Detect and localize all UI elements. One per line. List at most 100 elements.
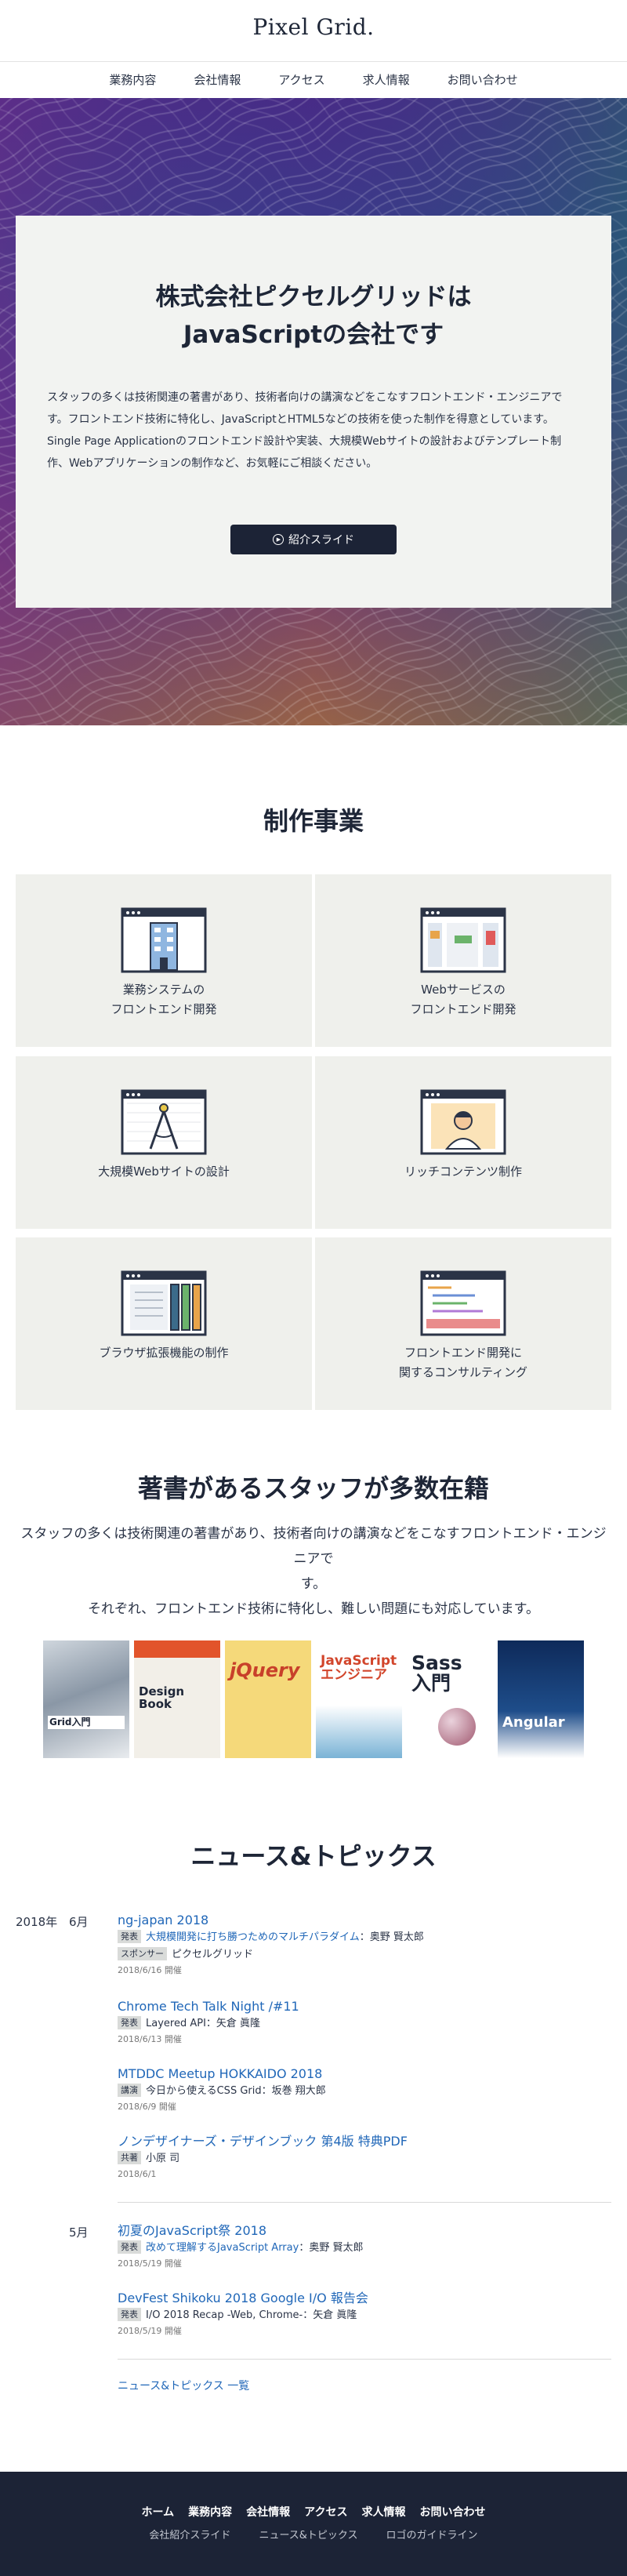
news-tag: スポンサー (118, 1947, 167, 1960)
news-item-row: 共著 小原 司 (118, 2150, 611, 2167)
service-label: ブラウザ拡張機能の制作 (16, 1343, 312, 1363)
hero-title-line1: 株式会社ピクセルグリッドは (155, 283, 472, 311)
book-cover[interactable]: jQuery (225, 1640, 311, 1758)
news-item-row: 発表 改めて理解するJavaScript Array：奥野 賢太郎 (118, 2240, 611, 2257)
service-label-line1: リッチコンテンツ制作 (404, 1164, 522, 1179)
service-label-line2: 関するコンサルティング (398, 1365, 528, 1379)
footer-nav-recruit[interactable]: 求人情報 (354, 2505, 412, 2520)
footer-nav-business[interactable]: 業務内容 (181, 2505, 239, 2520)
staff-lead-line3: それぞれ、フロントエンド技術に特化し、難しい問題にも対応しています。 (88, 1601, 539, 1617)
news-item-title[interactable]: DevFest Shikoku 2018 Google I/O 報告会 (118, 2290, 611, 2307)
news-month: 6月 (69, 1915, 89, 1929)
service-card-consulting: フロントエンド開発に 関するコンサルティング (315, 1237, 611, 1410)
play-icon: ▶ (273, 534, 284, 545)
news-item: DevFest Shikoku 2018 Google I/O 報告会 発表 I/… (118, 2290, 611, 2338)
news-tag: 発表 (118, 2016, 141, 2029)
staff-lead-line2: す。 (300, 1576, 327, 1592)
news-item-row: スポンサー ピクセルグリッド (118, 1946, 611, 1964)
hero-title: 株式会社ピクセルグリッドは JavaScriptの会社です (16, 278, 611, 354)
nav-contact[interactable]: お問い合わせ (429, 64, 537, 96)
news-item-title[interactable]: MTDDC Meetup HOKKAIDO 2018 (118, 2066, 611, 2083)
service-card-rich-content: リッチコンテンツ制作 (315, 1056, 611, 1229)
footer-nav-company[interactable]: 会社情報 (239, 2505, 297, 2520)
footer-nav-home[interactable]: ホーム (135, 2505, 182, 2520)
service-label: フロントエンド開発に 関するコンサルティング (315, 1343, 611, 1382)
news-date: 2018/6/1 (118, 2169, 157, 2179)
footer-nav-secondary: 会社紹介スライド ニュース&トピックス ロゴのガイドライン (0, 2528, 627, 2544)
header-divider (0, 61, 627, 62)
news-text: 小原 司 (146, 2153, 180, 2164)
hero-title-line2: JavaScriptの会社です (183, 321, 444, 349)
site-header: Pixel Grid. 業務内容 会社情報 アクセス 求人情報 お問い合わせ (0, 0, 627, 98)
news-item-title[interactable]: ng-japan 2018 (118, 1912, 611, 1929)
service-label-line2: フロントエンド開発 (410, 1002, 516, 1016)
news-more-link[interactable]: ニュース&トピックス 一覧 (118, 2378, 249, 2393)
book-title: jQuery (230, 1659, 300, 1681)
staff-lead-line1: スタッフの多くは技術関連の著書があり、技術者向けの講演などをこなすフロントエンド… (20, 1526, 607, 1567)
news-month: 5月 (69, 2225, 89, 2240)
book-cover[interactable]: Grid入門 (43, 1640, 129, 1758)
book-cover[interactable]: Sass 入門 (407, 1640, 493, 1758)
book-title: Sass 入門 (411, 1651, 462, 1695)
footer-nav-slides[interactable]: 会社紹介スライド (135, 2528, 245, 2544)
service-card-web-service: Webサービスの フロントエンド開発 (315, 874, 611, 1047)
nav-recruit[interactable]: 求人情報 (344, 64, 429, 96)
nav-business[interactable]: 業務内容 (90, 64, 175, 96)
intro-slide-button-label: 紹介スライド (288, 534, 354, 547)
footer-nav-contact[interactable]: お問い合わせ (412, 2505, 492, 2520)
service-label-line1: ブラウザ拡張機能の制作 (99, 1346, 229, 1360)
news-divider (118, 2202, 611, 2203)
service-label: Webサービスの フロントエンド開発 (315, 980, 611, 1019)
hero: 株式会社ピクセルグリッドは JavaScriptの会社です スタッフの多くは技術… (0, 98, 627, 725)
footer-nav-news[interactable]: ニュース&トピックス (245, 2528, 371, 2544)
compass-window-icon (121, 1089, 207, 1155)
news-item-title[interactable]: 初夏のJavaScript祭 2018 (118, 2222, 611, 2240)
news-date: 2018/6/13 開催 (118, 2034, 182, 2044)
code-window-icon (420, 1270, 506, 1336)
footer-nav-primary: ホーム 業務内容 会社情報 アクセス 求人情報 お問い合わせ (0, 2505, 627, 2520)
news-item: 初夏のJavaScript祭 2018 発表 改めて理解するJavaScript … (118, 2222, 611, 2271)
news-date: 2018/5/19 開催 (118, 2326, 182, 2336)
building-window-icon (121, 907, 207, 973)
book-title: Design Book (139, 1684, 185, 1711)
book-cover[interactable]: Design Book (134, 1640, 220, 1758)
nav-company[interactable]: 会社情報 (175, 64, 259, 96)
services-title: 制作事業 (263, 806, 364, 836)
intro-slide-button[interactable]: ▶ 紹介スライド (230, 525, 397, 554)
service-label-line1: 業務システムの (122, 983, 205, 997)
news-date: 2018/6/16 開催 (118, 1965, 182, 1975)
book-cover[interactable]: Angular (498, 1640, 584, 1758)
news-item: Chrome Tech Talk Night /#11 発表 Layered AP… (118, 1998, 611, 2047)
service-card-browser-extension: ブラウザ拡張機能の制作 (16, 1237, 312, 1410)
footer-nav-logo-guideline[interactable]: ロゴのガイドライン (372, 2528, 492, 2544)
nav-access[interactable]: アクセス (259, 64, 343, 96)
news-link[interactable]: 改めて理解するJavaScript Array (146, 2242, 299, 2254)
news-link[interactable]: 大規模開発に打ち勝つためのマルチパラダイム (146, 1931, 360, 1943)
webapp-window-icon (420, 907, 506, 973)
book-title: Angular (502, 1714, 565, 1731)
news-divider (118, 2359, 611, 2360)
logo[interactable]: Pixel Grid. (0, 14, 627, 40)
book-cover[interactable]: JavaScript エンジニア (316, 1640, 402, 1758)
footer-nav-access[interactable]: アクセス (297, 2505, 354, 2520)
book-title: Grid入門 (48, 1716, 125, 1729)
site-footer: ホーム 業務内容 会社情報 アクセス 求人情報 お問い合わせ 会社紹介スライド … (0, 2472, 627, 2576)
service-card-large-website: 大規模Webサイトの設計 (16, 1056, 312, 1229)
news-item-title[interactable]: ノンデザイナーズ・デザインブック 第4版 特典PDF (118, 2133, 611, 2150)
book-covers: Grid入門 Design Book jQuery JavaScript エンジ… (43, 1640, 584, 1758)
global-nav: 業務内容 会社情報 アクセス 求人情報 お問い合わせ (0, 64, 627, 96)
news-item: MTDDC Meetup HOKKAIDO 2018 講演 今日から使えるCSS … (118, 2066, 611, 2114)
service-card-business-system: 業務システムの フロントエンド開発 (16, 874, 312, 1047)
hero-card: 株式会社ピクセルグリッドは JavaScriptの会社です スタッフの多くは技術… (16, 216, 611, 608)
news-tag: 発表 (118, 1930, 141, 1943)
staff-title: 著書があるスタッフが多数在籍 (137, 1473, 489, 1503)
news-item-title[interactable]: Chrome Tech Talk Night /#11 (118, 1998, 611, 2015)
service-label-line2: フロントエンド開発 (111, 1002, 217, 1016)
news-title: ニュース&トピックス (190, 1841, 437, 1871)
news-text: ：奥野 賢太郎 (359, 1931, 424, 1943)
news-text: Layered API：矢倉 眞隆 (146, 2018, 261, 2029)
news-tag: 発表 (118, 2308, 141, 2321)
news-date: 2018/6/9 開催 (118, 2102, 176, 2112)
service-label: 業務システムの フロントエンド開発 (16, 980, 312, 1019)
staff-lead: スタッフの多くは技術関連の著書があり、技術者向けの講演などをこなすフロントエンド… (16, 1521, 611, 1622)
